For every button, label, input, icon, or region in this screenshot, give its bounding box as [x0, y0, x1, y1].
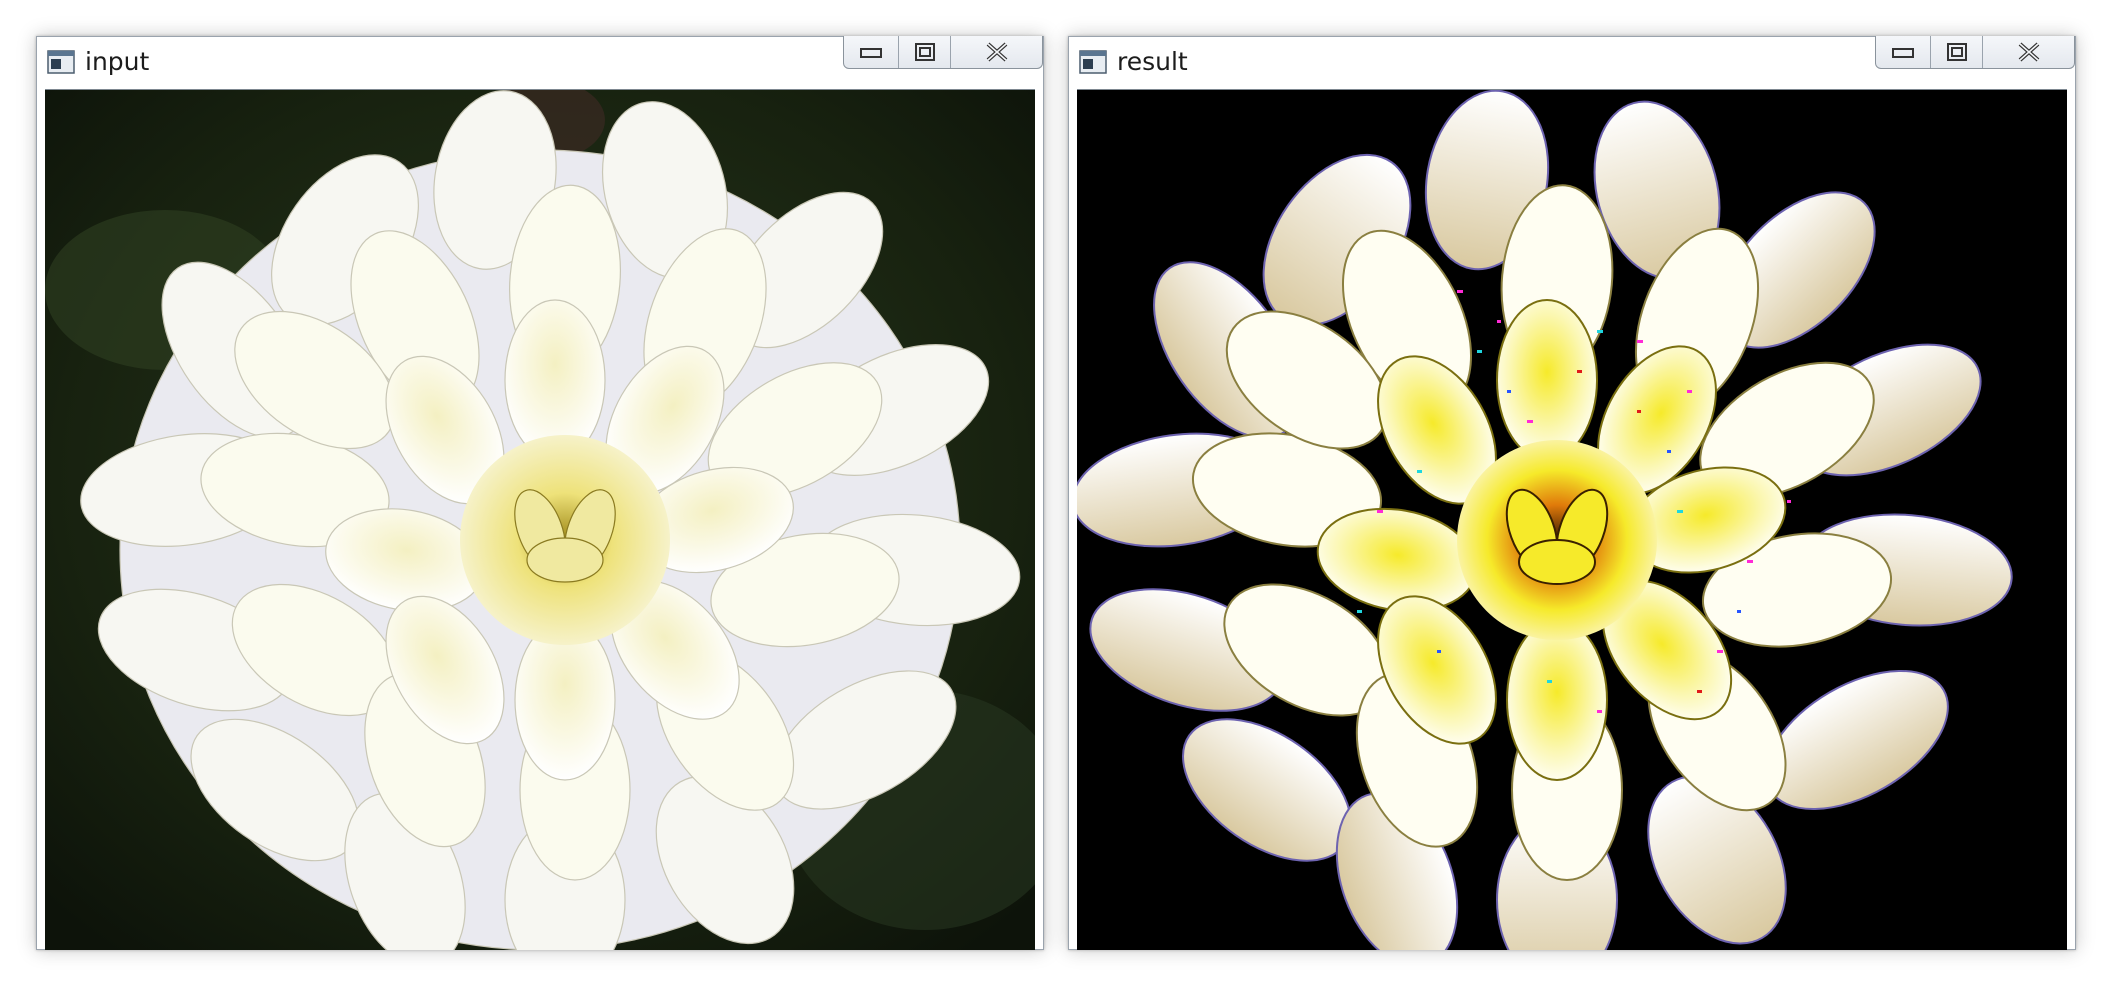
- result-window[interactable]: result: [1068, 36, 2076, 950]
- window-title: input: [85, 47, 150, 76]
- caption-buttons: [843, 36, 1043, 69]
- minimize-button[interactable]: [1876, 36, 1930, 68]
- close-icon: [2018, 42, 2039, 62]
- app-window-icon: [47, 50, 75, 74]
- close-button[interactable]: [950, 36, 1042, 68]
- flower-photo-processed: [1077, 90, 2067, 950]
- caption-buttons: [1875, 36, 2075, 69]
- app-window-icon: [1079, 50, 1107, 74]
- close-icon: [986, 42, 1007, 62]
- title-bar[interactable]: result: [1069, 36, 2075, 89]
- maximize-icon: [914, 43, 935, 61]
- title-bar[interactable]: input: [37, 36, 1043, 89]
- input-image: [45, 89, 1035, 950]
- maximize-button[interactable]: [898, 36, 950, 68]
- maximize-button[interactable]: [1930, 36, 1982, 68]
- minimize-icon: [860, 48, 882, 58]
- window-title: result: [1117, 47, 1188, 76]
- minimize-icon: [1892, 48, 1914, 58]
- input-window[interactable]: input: [36, 36, 1044, 950]
- close-button[interactable]: [1982, 36, 2074, 68]
- result-image: [1077, 89, 2067, 950]
- minimize-button[interactable]: [844, 36, 898, 68]
- maximize-icon: [1946, 43, 1967, 61]
- flower-photo: [45, 90, 1035, 950]
